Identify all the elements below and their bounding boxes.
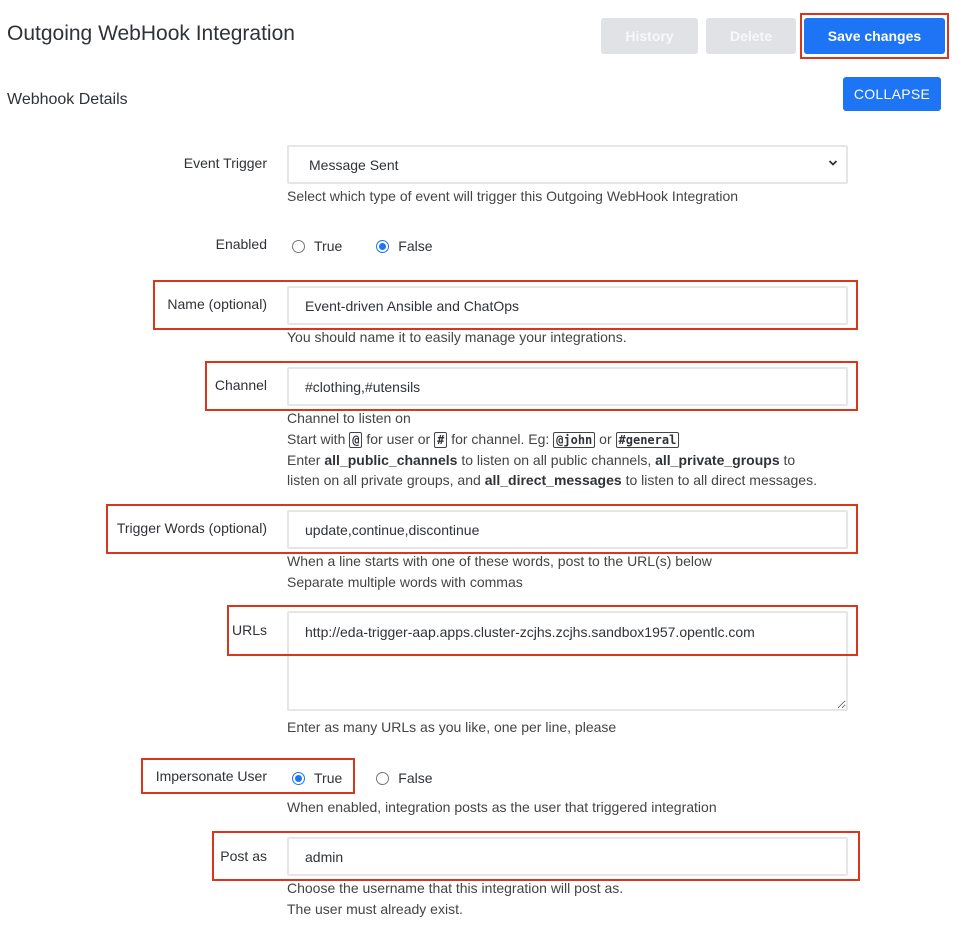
keyword-all-direct-messages: all_direct_messages [484,472,622,488]
post-as-hint-1: Choose the username that this integratio… [287,880,624,896]
enabled-true-radio[interactable] [292,239,305,253]
impersonate-user-label: Impersonate User [155,768,267,784]
urls-hint: Enter as many URLs as you like, one per … [287,719,617,735]
event-trigger-select-wrap[interactable]: Message Sent [287,145,848,184]
delete-button[interactable]: Delete [706,18,796,54]
hint-text: to listen to all direct messages. [625,472,817,488]
section-title: Webhook Details [7,91,128,108]
channel-hint-1: Channel to listen on [287,410,411,426]
channel-hint-2: Start with @ for user or # for channel. … [287,429,680,451]
page-title: Outgoing WebHook Integration [7,22,295,45]
enabled-false-option[interactable]: False [376,238,433,254]
code-example-channel: #general [615,432,680,448]
post-as-input[interactable] [287,837,848,876]
name-label: Name (optional) [167,296,267,312]
impersonate-false-radio[interactable] [376,771,390,785]
hint-text: to [783,452,796,468]
channel-input[interactable] [287,367,848,406]
hint-text: to listen on all public channels, [461,452,652,468]
hint-text: Start with [287,431,346,447]
trigger-words-label: Trigger Words (optional) [116,520,267,536]
code-at: @ [349,432,363,448]
keyword-all-private-groups: all_private_groups [655,452,780,468]
keyword-all-public-channels: all_public_channels [324,452,458,468]
enabled-radio-group: True False [292,238,467,254]
impersonate-true-label: True [314,770,343,786]
enabled-false-label: False [398,238,433,254]
hint-text: for channel. Eg: [451,431,550,447]
event-trigger-select[interactable]: Message Sent [287,145,848,184]
impersonate-false-option[interactable]: False [376,770,433,786]
channel-hint-3: Enter all_public_channels to listen on a… [287,450,795,471]
impersonate-user-radio-group: True False [292,770,467,786]
name-input[interactable] [287,286,848,325]
urls-textarea[interactable] [287,611,848,711]
code-hash: # [434,432,448,448]
channel-hint-4: listen on all private groups, and all_di… [287,470,817,491]
event-trigger-hint: Select which type of event will trigger … [287,188,739,204]
enabled-true-label: True [314,238,343,254]
impersonate-true-radio[interactable] [292,771,305,785]
post-as-hint-2: The user must already exist. [287,901,463,917]
enabled-false-radio[interactable] [376,239,390,253]
hint-text: listen on all private groups, and [287,472,481,488]
trigger-words-hint-2: Separate multiple words with commas [287,574,523,590]
impersonate-false-label: False [398,770,433,786]
chevron-down-icon [828,160,838,166]
hint-text: Enter [287,452,321,468]
enabled-label: Enabled [215,236,267,252]
collapse-button[interactable]: COLLAPSE [843,77,941,111]
trigger-words-input[interactable] [287,510,848,549]
history-button[interactable]: History [601,18,698,54]
enabled-true-option[interactable]: True [292,238,342,254]
code-example-user: @john [553,432,596,448]
name-hint: You should name it to easily manage your… [287,329,627,345]
save-changes-button[interactable]: Save changes [804,18,945,54]
post-as-label: Post as [220,848,267,864]
impersonate-true-option[interactable]: True [292,770,342,786]
event-trigger-label: Event Trigger [183,155,267,171]
urls-label: URLs [231,622,267,638]
hint-text: for user or [366,431,431,447]
channel-label: Channel [214,377,267,393]
hint-text: or [599,431,612,447]
impersonate-user-hint: When enabled, integration posts as the u… [287,799,717,815]
trigger-words-hint-1: When a line starts with one of these wor… [287,553,712,569]
